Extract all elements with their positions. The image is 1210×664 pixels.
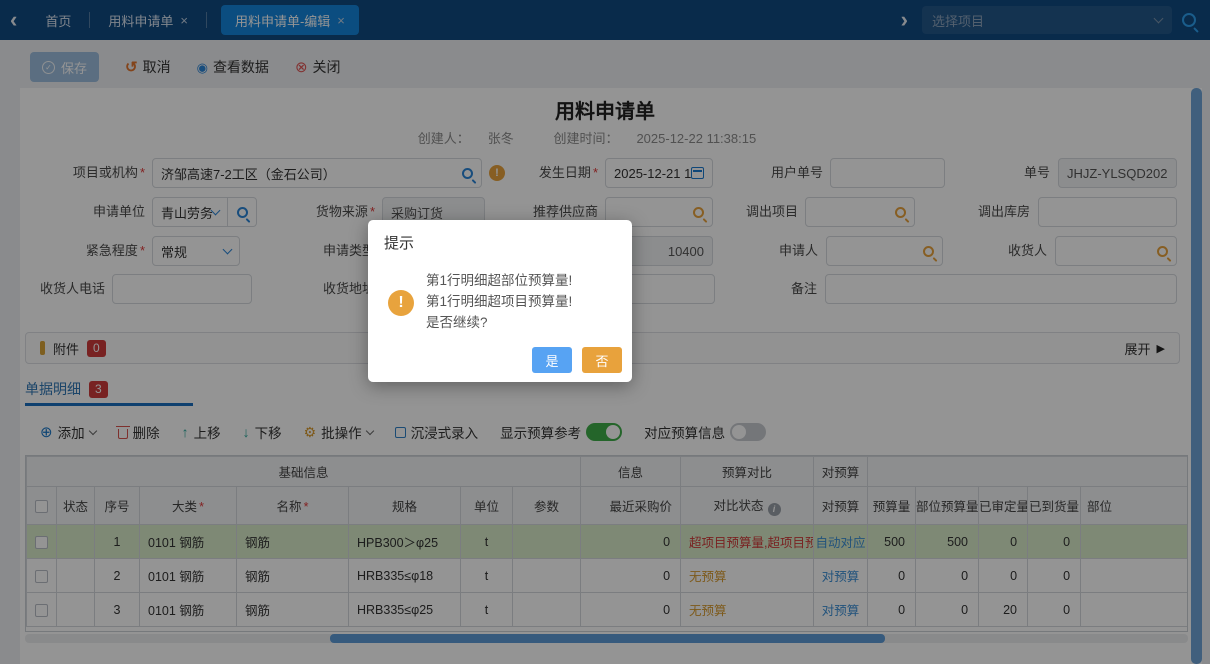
dialog-buttons: 是 否 (532, 347, 622, 373)
dialog-title: 提示 (384, 235, 415, 252)
warning-icon (388, 290, 414, 316)
confirm-no-button[interactable]: 否 (582, 347, 622, 373)
app-window: ‹ 首页 用料申请单 × 用料申请单-编辑 × › 选择项目 保存 ↺ 取消 (0, 0, 1210, 664)
dialog-message: 第1行明细超部位预算量! 第1行明细超项目预算量! 是否继续? (426, 273, 573, 330)
confirm-yes-button[interactable]: 是 (532, 347, 572, 373)
confirm-dialog: 提示 第1行明细超部位预算量! 第1行明细超项目预算量! 是否继续? 是 否 (368, 220, 632, 382)
